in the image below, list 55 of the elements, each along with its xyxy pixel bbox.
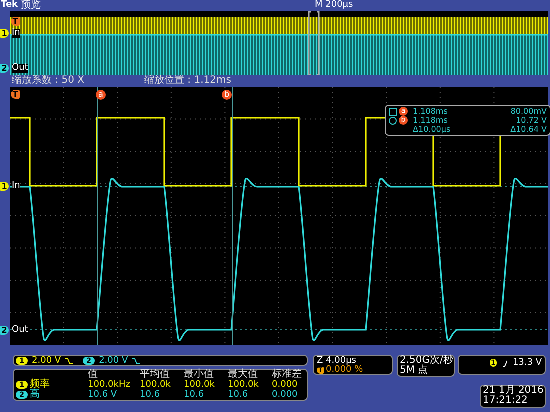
zoom-position-label: 缩放位置 : 1.12ms (144, 75, 232, 87)
channel-tag: 2 (0, 64, 9, 73)
zoom-window-bracket[interactable] (308, 11, 320, 75)
table-cell-text: 10.6 V (88, 390, 118, 400)
mode-title: 预览 (21, 0, 42, 11)
table-cell-text: 10.6 (228, 390, 250, 400)
column-header: 最大值 (228, 370, 259, 380)
column-header: 最小值 (184, 370, 215, 380)
date-label: 21 1月 2016 (483, 386, 543, 396)
delta-value: Δ10.64 V (510, 125, 547, 134)
bandwidth-icon (65, 356, 74, 364)
square-icon (389, 108, 397, 116)
table-cell-text: 100.0kHz (88, 380, 132, 390)
volts-per-div: 2.00 V (99, 356, 128, 366)
measurement-name: 高 (30, 390, 40, 400)
timebase-label: M 200µs (315, 0, 354, 11)
cursor-time: 1.118ms (413, 116, 449, 125)
time-label: 17:21:22 (483, 396, 529, 406)
zoom-scale: Z 4.00µs (317, 357, 356, 366)
cursor-time: 1.108ms (413, 107, 449, 116)
volts-per-div: 2.00 V (32, 356, 62, 366)
delta-time: Δ10.00µs (413, 125, 452, 134)
channel-label: In (12, 29, 20, 38)
record-length: 5M 点 (400, 366, 430, 376)
table-cell-text: 100.0k (228, 380, 260, 390)
trigger-position: 0.000 % (326, 366, 364, 375)
bandwidth-icon (132, 356, 140, 364)
brand-logo: Tek (1, 0, 18, 11)
channel-tag: 2 (0, 326, 9, 335)
trigger-marker: T (11, 90, 20, 99)
table-cell-text: 100.0k (140, 380, 172, 390)
trigger-marker: T (11, 17, 20, 26)
channel-label: Out (12, 326, 28, 335)
channel-label: Out (12, 64, 28, 73)
table-cell-text: 100.0k (184, 380, 216, 390)
table-cell-text: 0.000 (272, 390, 299, 400)
cursor-line[interactable] (96, 87, 99, 345)
cursor-value: 80.00mV (510, 107, 547, 116)
cursor-line[interactable] (231, 87, 234, 345)
column-header: 值 (88, 370, 99, 380)
zoom-factor-label: 缩放系数 : 50 X (12, 75, 84, 87)
trigger-level: 13.3 V (512, 359, 542, 368)
column-header: 标准差 (272, 370, 303, 380)
rising-edge-icon (502, 359, 507, 367)
channel-label: In (12, 182, 20, 191)
table-cell-text: 10.6 (184, 390, 206, 400)
sample-rate: 2.50G次/秒 (400, 356, 452, 366)
table-cell-text: 0.000 (272, 380, 299, 390)
measurement-name: 频率 (30, 380, 50, 390)
channel-tag: 1 (0, 29, 9, 38)
cursor-value: 10.72 V (515, 116, 547, 125)
column-header: 平均值 (140, 370, 171, 380)
channel-tag: 1 (0, 182, 9, 191)
circle-icon (389, 116, 397, 124)
table-cell-text: 10.6 (140, 390, 162, 400)
